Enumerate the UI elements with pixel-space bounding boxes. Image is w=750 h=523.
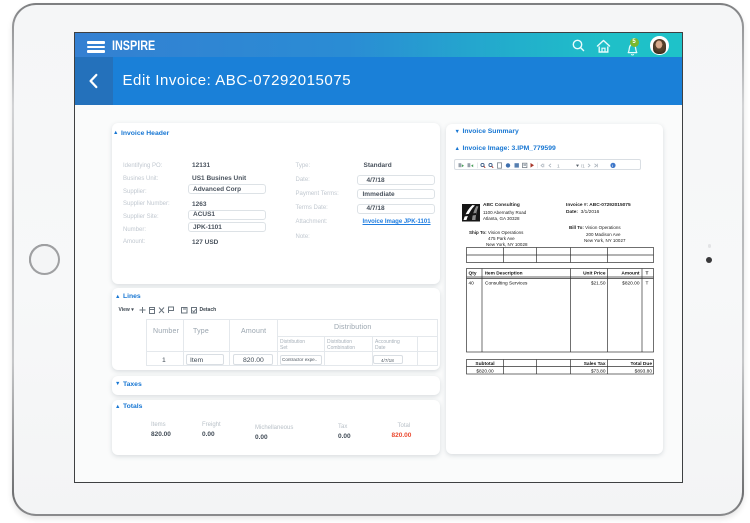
- svg-text:Total Due: Total Due: [630, 361, 652, 367]
- svg-text:T: T: [645, 270, 648, 276]
- svg-text:Consulting Services: Consulting Services: [485, 280, 528, 286]
- svg-text:Unit Price: Unit Price: [583, 270, 606, 276]
- svg-text:Subtotal: Subtotal: [475, 361, 494, 367]
- svg-text:$820.00: $820.00: [622, 280, 640, 286]
- svg-text:Qty: Qty: [468, 270, 476, 276]
- svg-text:Sales Tax: Sales Tax: [583, 361, 605, 367]
- svg-text:1: 1: [557, 163, 560, 169]
- svg-text:$73.80: $73.80: [590, 368, 605, 374]
- svg-text:40: 40: [468, 280, 474, 286]
- svg-text:Amount: Amount: [621, 270, 640, 276]
- svg-text:$820.00: $820.00: [476, 368, 494, 374]
- svg-text:T: T: [645, 280, 648, 286]
- svg-text:$893.80: $893.80: [634, 368, 652, 374]
- svg-text:/1: /1: [581, 163, 585, 168]
- svg-text:$21.50: $21.50: [590, 280, 605, 286]
- svg-text:Item Description: Item Description: [485, 270, 523, 276]
